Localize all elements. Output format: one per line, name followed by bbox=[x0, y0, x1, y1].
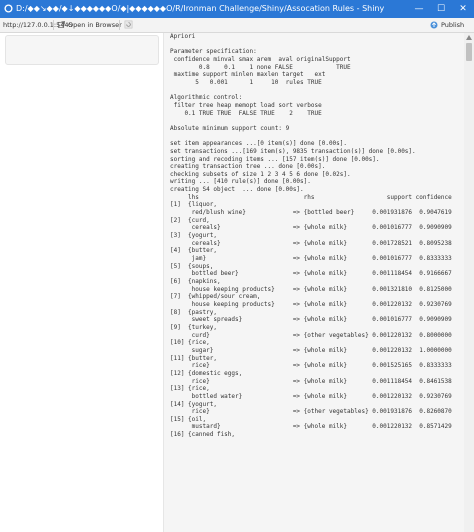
scroll-up-arrow-icon[interactable] bbox=[466, 35, 472, 40]
maximize-button[interactable]: ☐ bbox=[430, 0, 452, 18]
toolbar-divider bbox=[53, 20, 54, 30]
window-titlebar: D:/◆◆↘◆◆/◆↓◆◆◆◆◆◆O/◆|◆◆◆◆◆◆O/R/Ironman C… bbox=[0, 0, 474, 18]
sidebar-panel bbox=[5, 35, 159, 65]
open-in-browser-button[interactable]: Open in Browser bbox=[68, 21, 122, 29]
scrollbar-thumb[interactable] bbox=[466, 43, 472, 61]
toolbar-divider bbox=[119, 20, 120, 30]
minimize-button[interactable]: — bbox=[408, 0, 430, 18]
viewer-toolbar: http://127.0.0.1:5445 Open in Browser Pu… bbox=[0, 18, 474, 33]
refresh-icon[interactable] bbox=[124, 20, 133, 29]
window-title: D:/◆◆↘◆◆/◆↓◆◆◆◆◆◆O/◆|◆◆◆◆◆◆O/R/Ironman C… bbox=[16, 4, 385, 13]
vertical-scrollbar[interactable] bbox=[464, 33, 474, 532]
publish-icon[interactable] bbox=[430, 21, 438, 29]
open-in-browser-icon[interactable] bbox=[58, 21, 65, 28]
main-output-panel: Apriori Parameter specification: confide… bbox=[163, 33, 464, 532]
close-button[interactable]: ✕ bbox=[452, 0, 474, 18]
rstudio-app-icon bbox=[4, 4, 13, 13]
publish-button[interactable]: Publish bbox=[441, 21, 464, 29]
rules-output: Apriori Parameter specification: confide… bbox=[170, 33, 452, 439]
